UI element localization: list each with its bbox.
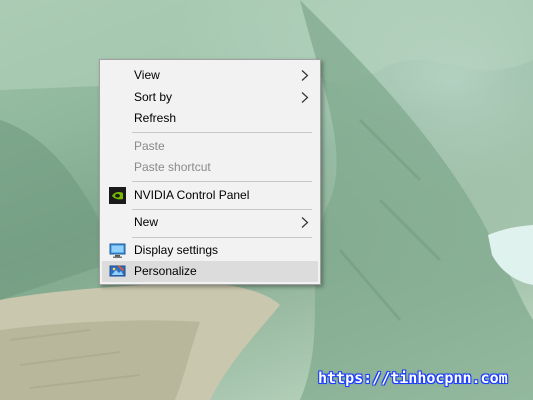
menu-item-nvidia-control-panel[interactable]: NVIDIA Control Panel [102,185,318,206]
menu-separator [132,132,312,133]
menu-item-display-settings[interactable]: Display settings [102,240,318,261]
desktop[interactable]: View Sort by Refresh Paste Paste shortcu… [0,0,533,400]
menu-item-label: NVIDIA Control Panel [134,188,250,202]
chevron-right-icon [301,70,309,81]
desktop-context-menu: View Sort by Refresh Paste Paste shortcu… [99,59,321,285]
personalize-icon [109,265,126,277]
chevron-right-icon [301,217,309,228]
menu-item-label: New [134,215,159,229]
menu-item-label: Sort by [134,90,173,104]
menu-separator [132,209,312,210]
menu-item-label: Personalize [134,264,197,278]
display-icon [109,243,126,258]
menu-item-new[interactable]: New [102,212,318,233]
watermark-text: https://tinhocpnn.com [318,369,508,387]
menu-item-sort-by[interactable]: Sort by [102,87,318,108]
menu-item-paste-shortcut[interactable]: Paste shortcut [102,157,318,178]
menu-item-personalize[interactable]: Personalize [102,261,318,282]
menu-item-refresh[interactable]: Refresh [102,108,318,129]
menu-separator [132,181,312,182]
menu-item-paste[interactable]: Paste [102,136,318,157]
menu-item-label: Paste [134,139,165,153]
chevron-right-icon [301,92,309,103]
menu-item-view[interactable]: View [102,65,318,86]
menu-item-label: Paste shortcut [134,160,211,174]
menu-item-label: Display settings [134,243,219,257]
menu-item-label: Refresh [134,111,177,125]
menu-separator [132,237,312,238]
nvidia-icon [109,187,126,204]
menu-item-label: View [134,68,160,82]
